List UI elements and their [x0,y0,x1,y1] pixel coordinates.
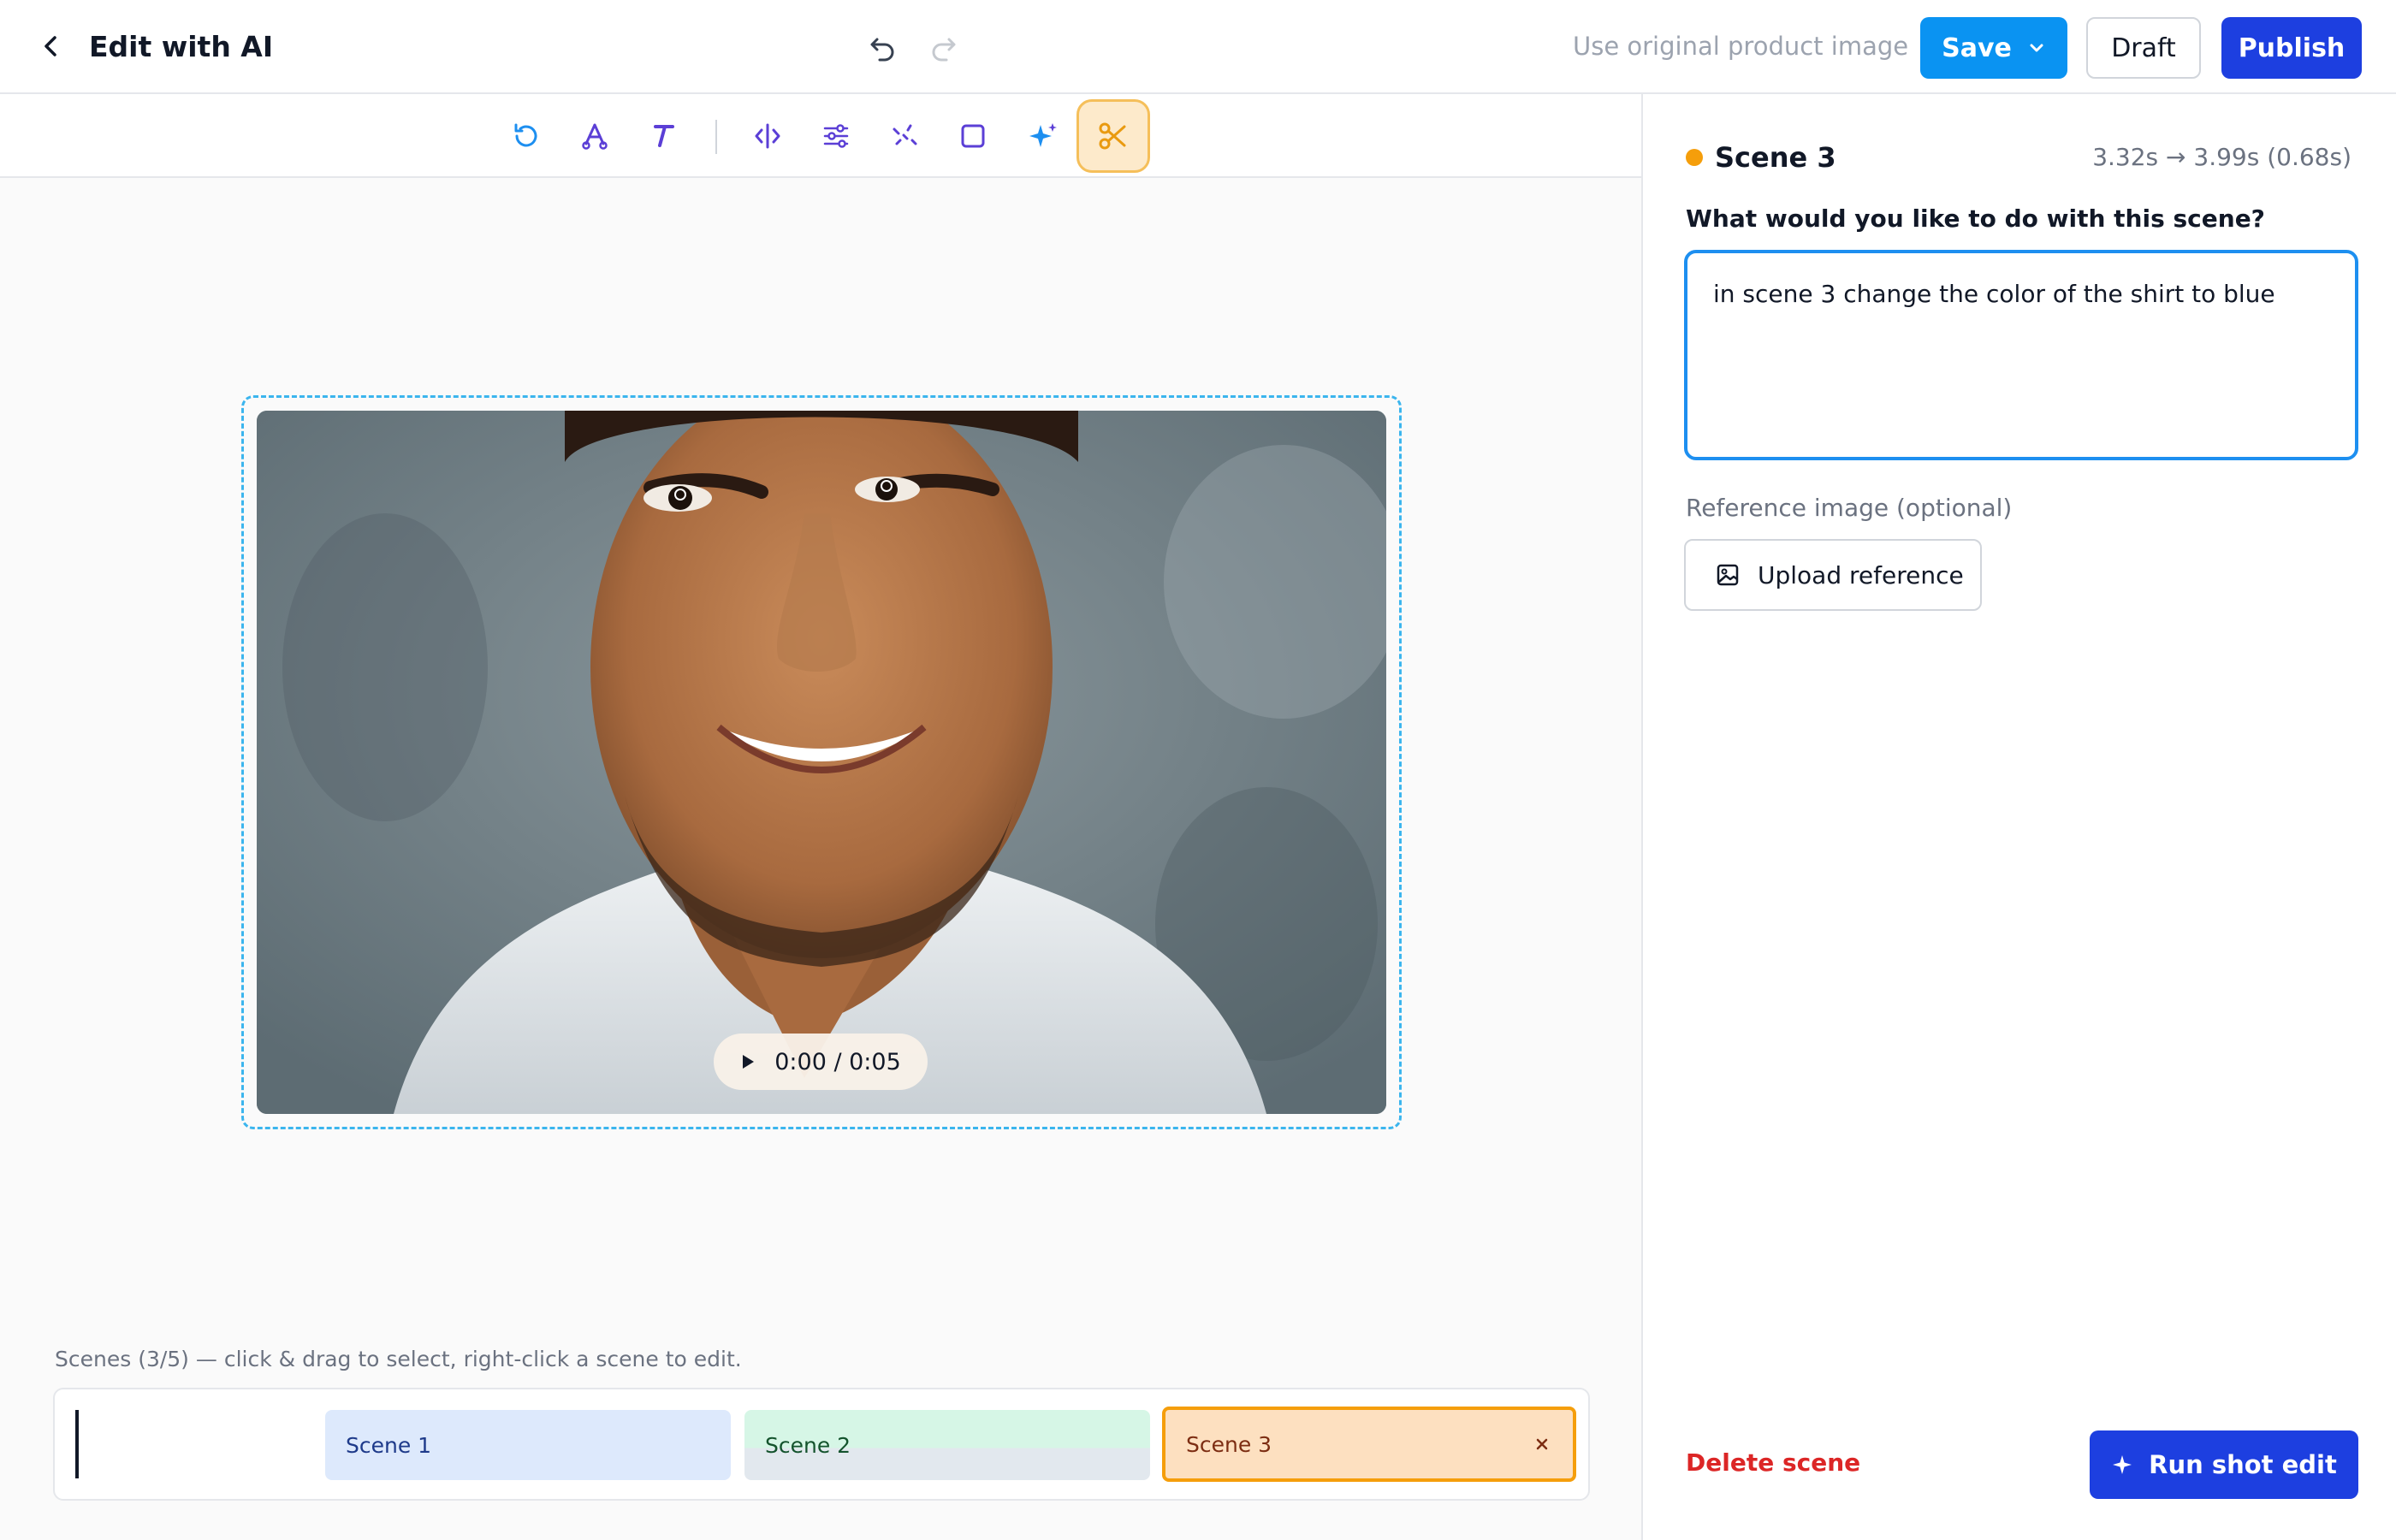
publish-button[interactable]: Publish [2221,17,2362,79]
run-shot-edit-button[interactable]: Run shot edit [2090,1430,2358,1499]
flip-tool-button[interactable] [750,118,786,154]
magic-dust-icon [893,124,917,145]
ai-sparkle-tool-button[interactable] [1025,118,1061,154]
remove-scene-button[interactable] [1530,1432,1554,1456]
undo-button[interactable] [863,31,898,67]
page-title: Edit with AI [89,30,274,63]
video-frame-image [257,411,1386,1114]
magic-tool-button[interactable] [887,118,922,154]
run-shot-edit-label: Run shot edit [2149,1450,2337,1479]
playback-time: 0:00 / 0:05 [774,1048,901,1075]
image-icon [1717,564,1739,586]
reference-image-label: Reference image (optional) [1686,494,2013,522]
editor-area: 0:00 / 0:05 Scenes (3/5) — click & drag … [0,94,1643,1540]
chevron-left-icon [44,36,56,56]
draft-button[interactable]: Draft [2086,17,2201,79]
use-original-image-link[interactable]: Use original product image [1573,29,1908,63]
scene-chip-2[interactable]: Scene 2 [744,1410,1150,1480]
timeline-playhead[interactable] [75,1410,79,1478]
upload-reference-label: Upload reference [1758,560,1964,589]
scene-color-dot [1686,149,1703,166]
header-bar: Edit with AI Use original product image … [0,0,2396,94]
scene-chip-label: Scene 2 [765,1432,851,1458]
scene-timeline[interactable]: Scene 1 Scene 2 Scene 3 [53,1388,1590,1501]
toolbar-divider [715,120,717,154]
scenes-hint: Scenes (3/5) — click & drag to select, r… [55,1347,742,1371]
sparkle-icon [2113,1455,2132,1474]
play-icon [743,1055,755,1069]
scene-chip-1[interactable]: Scene 1 [325,1410,731,1480]
scene-time-range: 3.32s → 3.99s (0.68s) [2092,143,2352,171]
crop-icon [961,124,985,148]
video-preview[interactable] [257,411,1386,1114]
redo-icon [932,38,956,62]
delete-scene-button[interactable]: Delete scene [1686,1446,1860,1480]
sparkle-icon [1029,123,1057,147]
play-pause-control[interactable]: 0:00 / 0:05 [714,1034,928,1090]
pen-tool-icon [582,123,608,150]
adjust-icon [823,124,849,148]
edit-prompt-input[interactable] [1684,250,2358,460]
scissors-icon [1099,122,1126,150]
scene-chip-label: Scene 1 [346,1432,432,1458]
prompt-label: What would you like to do with this scen… [1686,204,2265,233]
upload-reference-button[interactable]: Upload reference [1684,539,1982,611]
save-button-label: Save [1942,33,2012,63]
scene-edit-panel: Scene 3 3.32s → 3.99s (0.68s) What would… [1643,94,2396,1540]
text-tool-button[interactable] [645,118,681,154]
save-button[interactable]: Save [1920,17,2067,79]
crop-tool-button[interactable] [955,118,991,154]
text-icon [654,125,674,147]
adjust-tool-button[interactable] [818,118,854,154]
close-icon [1536,1438,1548,1450]
rotate-tool-button[interactable] [508,118,544,154]
edit-with-ai-app: Edit with AI Use original product image … [0,0,2396,1540]
scene-title: Scene 3 [1715,141,1836,174]
back-button[interactable] [34,29,68,63]
tool-bar [0,94,1641,178]
chevron-down-icon [2030,44,2043,52]
rotate-icon [514,123,537,147]
scene-chip-label: Scene 3 [1186,1431,1272,1457]
scissors-tool-button[interactable] [1076,99,1150,173]
redo-button[interactable] [928,31,964,67]
flip-icon [755,123,780,149]
pen-tool-button[interactable] [577,118,613,154]
undo-icon [870,38,894,62]
scene-chip-3-selected[interactable]: Scene 3 [1162,1407,1576,1482]
